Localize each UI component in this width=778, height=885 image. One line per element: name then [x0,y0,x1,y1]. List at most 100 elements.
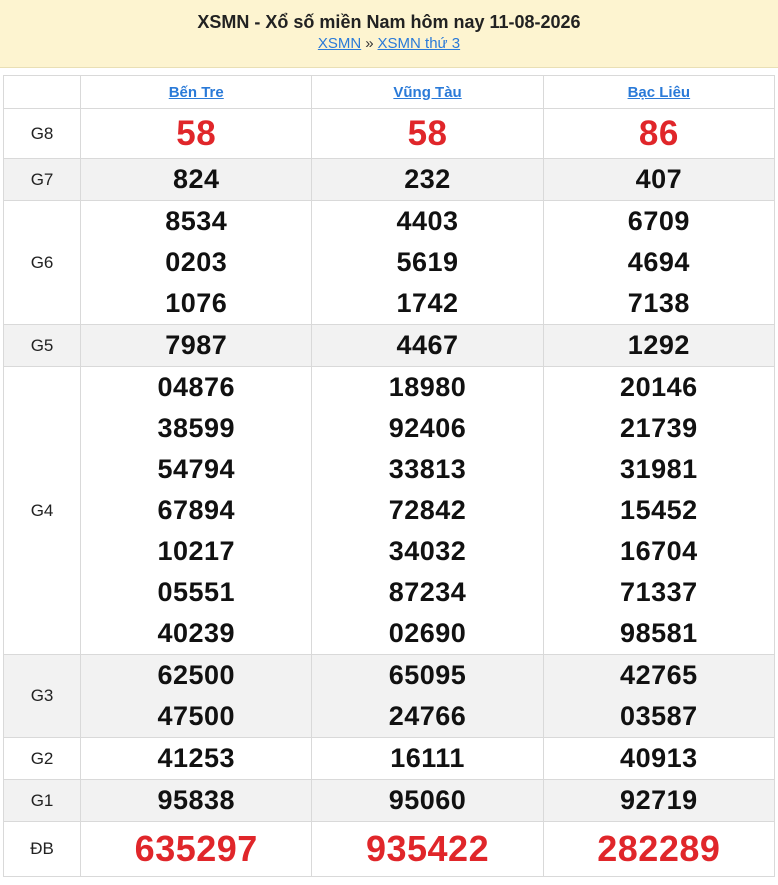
province-link-ben-tre[interactable]: Bến Tre [169,84,224,101]
prize-row: G8 58 58 86 [2,108,776,159]
prize-cell: 92719 [542,779,776,822]
province-header: Bạc Liêu [542,75,776,109]
prize-number: 95838 [157,785,236,815]
prize-number: 1292 [627,330,690,360]
prize-number: 15452 [620,495,698,525]
prize-number: 47500 [157,701,236,731]
prize-row: G3 62500 47500 65095 24766 42765 03587 [2,654,776,738]
prize-cell: 407 [542,158,776,201]
prize-cell: 232 [311,158,544,201]
prize-cell: 58 [80,108,313,159]
prize-label: G3 [2,654,82,738]
prize-number: 7987 [165,330,228,360]
prize-number: 33813 [388,454,467,484]
province-header: Bến Tre [80,75,313,109]
prize-number: 58 [407,114,448,153]
prize-cell: 20146 21739 31981 15452 16704 71337 98581 [542,366,776,655]
prize-number: 0203 [165,247,228,277]
prize-cell: 8534 0203 1076 [80,200,313,325]
prize-cell: 42765 03587 [542,654,776,738]
province-header: Vũng Tàu [311,75,544,109]
prize-number: 87234 [388,577,467,607]
prize-row: G7 824 232 407 [2,158,776,201]
prize-number: 31981 [620,454,698,484]
breadcrumb: XSMN» XSMN thứ 3 [0,34,778,54]
prize-number: 54794 [157,454,236,484]
prize-number: 38599 [157,413,236,443]
prize-label: G5 [2,324,82,367]
prize-number: 41253 [157,743,236,773]
prize-cell: 41253 [80,737,313,780]
prize-number: 40239 [157,618,236,648]
prize-cell: 62500 47500 [80,654,313,738]
prize-number: 40913 [620,743,698,773]
prize-cell: 935422 [311,821,544,877]
breadcrumb-xsmn-link[interactable]: XSMN [318,35,361,52]
prize-row: G5 7987 4467 1292 [2,324,776,367]
province-header-row: Bến Tre Vũng Tàu Bạc Liêu [2,75,776,109]
prize-row: ĐB 635297 935422 282289 [2,821,776,877]
results-table: Bến Tre Vũng Tàu Bạc Liêu G8 58 58 86 G7 824 2… [2,75,776,877]
prize-number: 824 [172,164,220,194]
prize-number: 62500 [157,660,236,690]
special-prize-number: 635297 [134,828,258,869]
prize-number: 92719 [620,785,698,815]
prize-cell: 4403 5619 1742 [311,200,544,325]
prize-number: 65095 [388,660,467,690]
special-prize-number: 282289 [597,828,721,869]
prize-cell: 824 [80,158,313,201]
prize-cell: 65095 24766 [311,654,544,738]
prize-row: G4 04876 38599 54794 67894 10217 05551 40239 189… [2,366,776,655]
special-prize-number: 935422 [365,828,490,869]
prize-number: 58 [176,114,217,153]
breadcrumb-separator: » [365,35,374,52]
prize-number: 5619 [396,247,459,277]
prize-number: 02690 [388,618,467,648]
prize-cell: 4467 [311,324,544,367]
prize-number: 407 [635,164,683,194]
prize-cell: 86 [542,108,776,159]
prize-number: 8534 [165,206,228,236]
prize-row: G6 8534 0203 1076 4403 5619 1742 6709 4694 7138 [2,200,776,325]
province-link-bac-lieu[interactable]: Bạc Liêu [628,84,691,101]
prize-row: G2 41253 16111 40913 [2,737,776,780]
breadcrumb-xsmn-thu3-link[interactable]: XSMN thứ 3 [378,35,461,52]
prize-label: G1 [2,779,82,822]
prize-cell: 95060 [311,779,544,822]
prize-number: 4403 [396,206,459,236]
prize-number: 04876 [157,372,236,402]
prize-cell: 58 [311,108,544,159]
prize-number: 34032 [388,536,467,566]
prize-label: G2 [2,737,82,780]
prize-number: 21739 [620,413,698,443]
prize-number: 10217 [157,536,236,566]
prize-number: 232 [404,164,451,194]
prize-number: 24766 [388,701,467,731]
prize-cell: 18980 92406 33813 72842 34032 87234 02690 [311,366,544,655]
prize-number: 4694 [627,247,690,277]
prize-number: 92406 [388,413,467,443]
prize-number: 16704 [620,536,698,566]
prize-cell: 95838 [80,779,313,822]
prize-cell: 6709 4694 7138 [542,200,776,325]
prize-row: G1 95838 95060 92719 [2,779,776,822]
prize-number: 1076 [165,288,228,318]
prize-cell: 7987 [80,324,313,367]
prize-number: 98581 [620,618,698,648]
prize-label: G8 [2,108,82,159]
prize-number: 72842 [388,495,467,525]
province-link-vung-tau[interactable]: Vũng Tàu [393,84,461,101]
prize-number: 7138 [627,288,690,318]
prize-number: 71337 [620,577,698,607]
prize-number: 6709 [627,206,690,236]
prize-number: 16111 [390,743,465,773]
prize-label: ĐB [2,821,82,877]
prize-label: G4 [2,366,82,655]
prize-number: 03587 [620,701,698,731]
prize-number: 18980 [388,372,467,402]
page-header: XSMN - Xổ số miền Nam hôm nay 11-08-2026… [0,0,778,68]
prize-number: 42765 [620,660,698,690]
prize-number: 05551 [157,577,236,607]
prize-rows: G8 58 58 86 G7 824 232 407 G6 8534 0203 1076 4403 561… [2,108,776,877]
prize-number: 4467 [396,330,459,360]
